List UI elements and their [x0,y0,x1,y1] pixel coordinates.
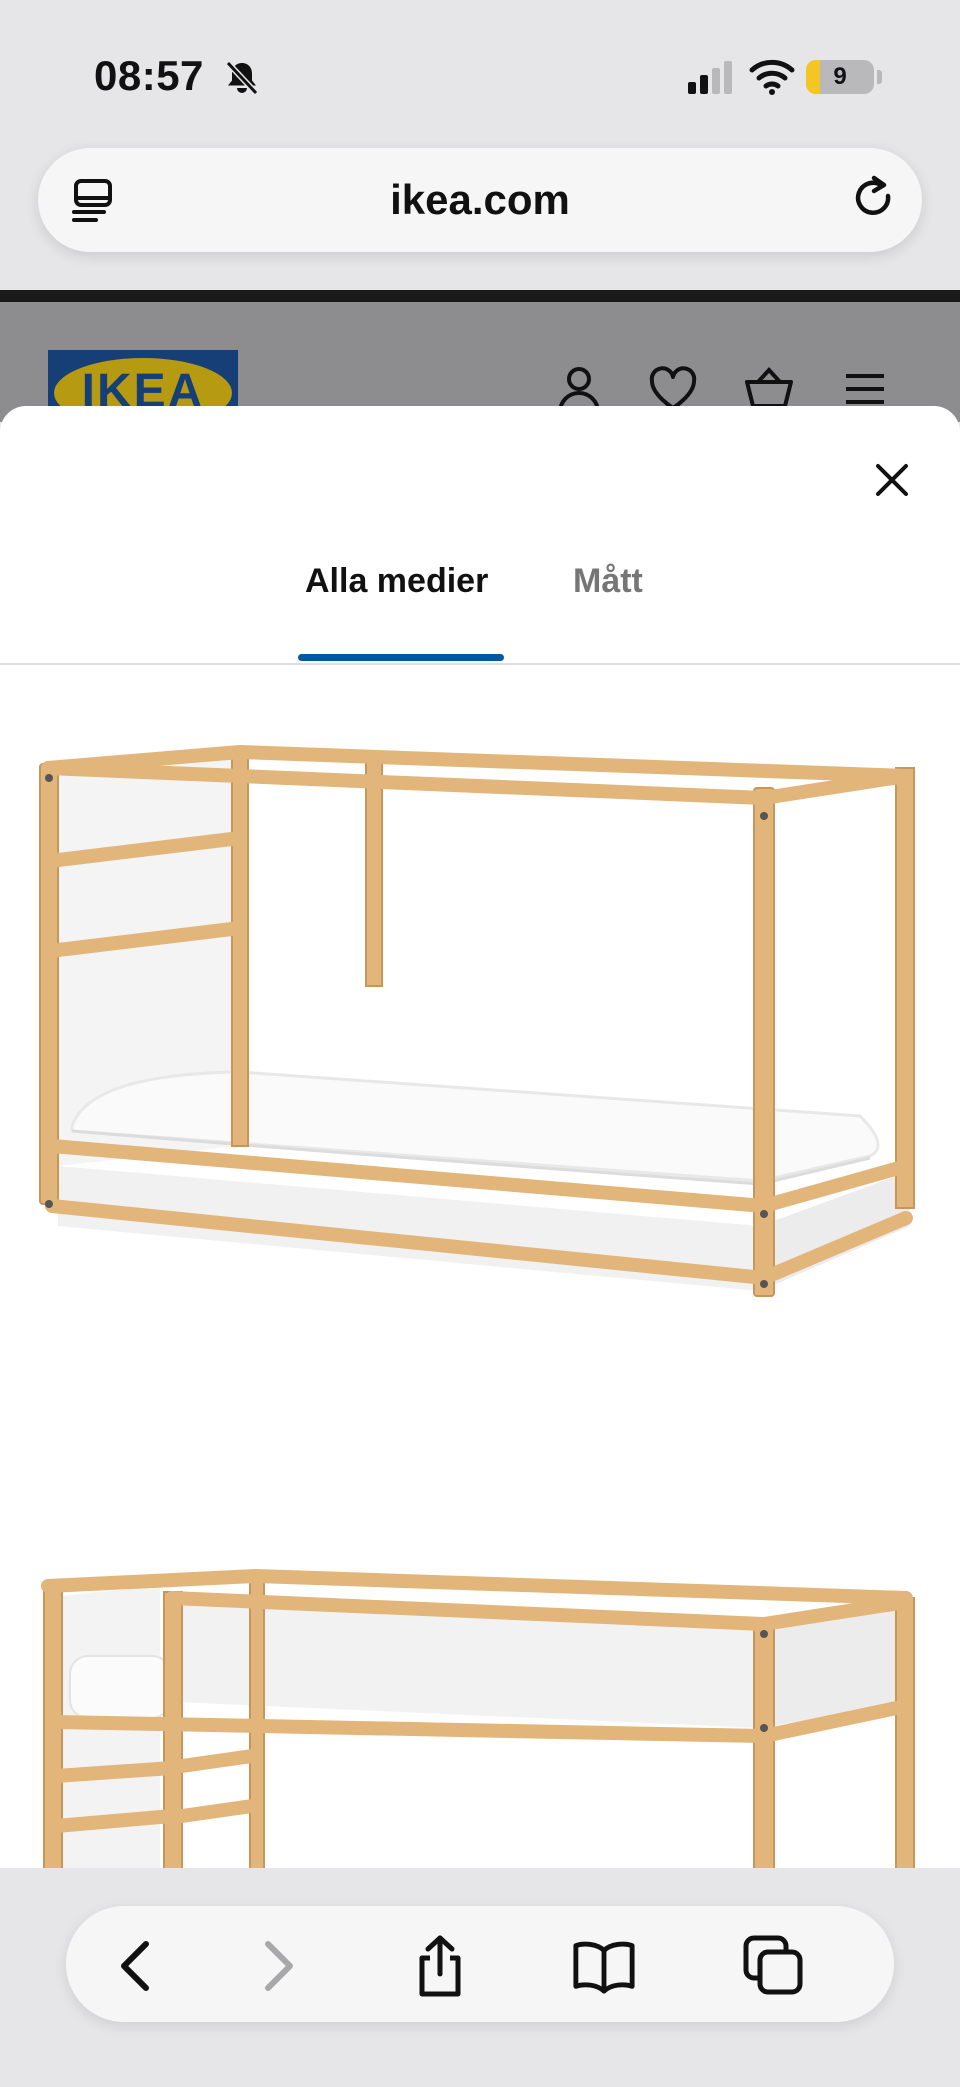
battery-cap [877,70,882,84]
wifi-icon [749,59,795,95]
share-button[interactable] [408,1934,472,1998]
close-icon[interactable] [874,462,910,498]
bookmarks-icon[interactable] [572,1938,636,1994]
bed-low-position-image[interactable] [0,706,960,1346]
forward-icon[interactable] [256,1938,300,1994]
status-time: 08:57 [94,52,204,99]
browser-toolbar [0,1868,960,2087]
cellular-signal-icon [688,61,732,94]
bookmarks-button[interactable] [572,1934,636,1998]
media-tabs: Alla medier Mått [0,556,960,614]
media-modal: Alla medier Mått [0,406,960,1868]
back-button[interactable] [104,1934,168,1998]
tabs-divider [0,663,960,665]
tab-all-media[interactable]: Alla medier [305,556,488,606]
tabs-icon[interactable] [742,1934,806,1998]
reload-icon[interactable] [848,174,900,226]
back-icon[interactable] [114,1938,158,1994]
battery-level: 9 [833,63,847,90]
battery-icon: 9 [806,60,874,94]
toolbar-pill [66,1906,894,2022]
address-bar[interactable]: ikea.com [38,148,922,252]
bed-loft-position-image[interactable] [0,1506,960,1868]
status-bar: 08:57 9 [0,0,960,140]
share-icon[interactable] [412,1934,468,1998]
forward-button[interactable] [246,1934,310,1998]
tab-dimensions[interactable]: Mått [573,556,643,606]
tab-selected-indicator [298,654,504,661]
tabs-button[interactable] [742,1934,806,1998]
close-button[interactable] [860,448,924,512]
bell-slash-icon [225,60,259,96]
url-text[interactable]: ikea.com [38,148,922,252]
page-divider [0,290,960,302]
page-header: IKEA [0,302,960,422]
